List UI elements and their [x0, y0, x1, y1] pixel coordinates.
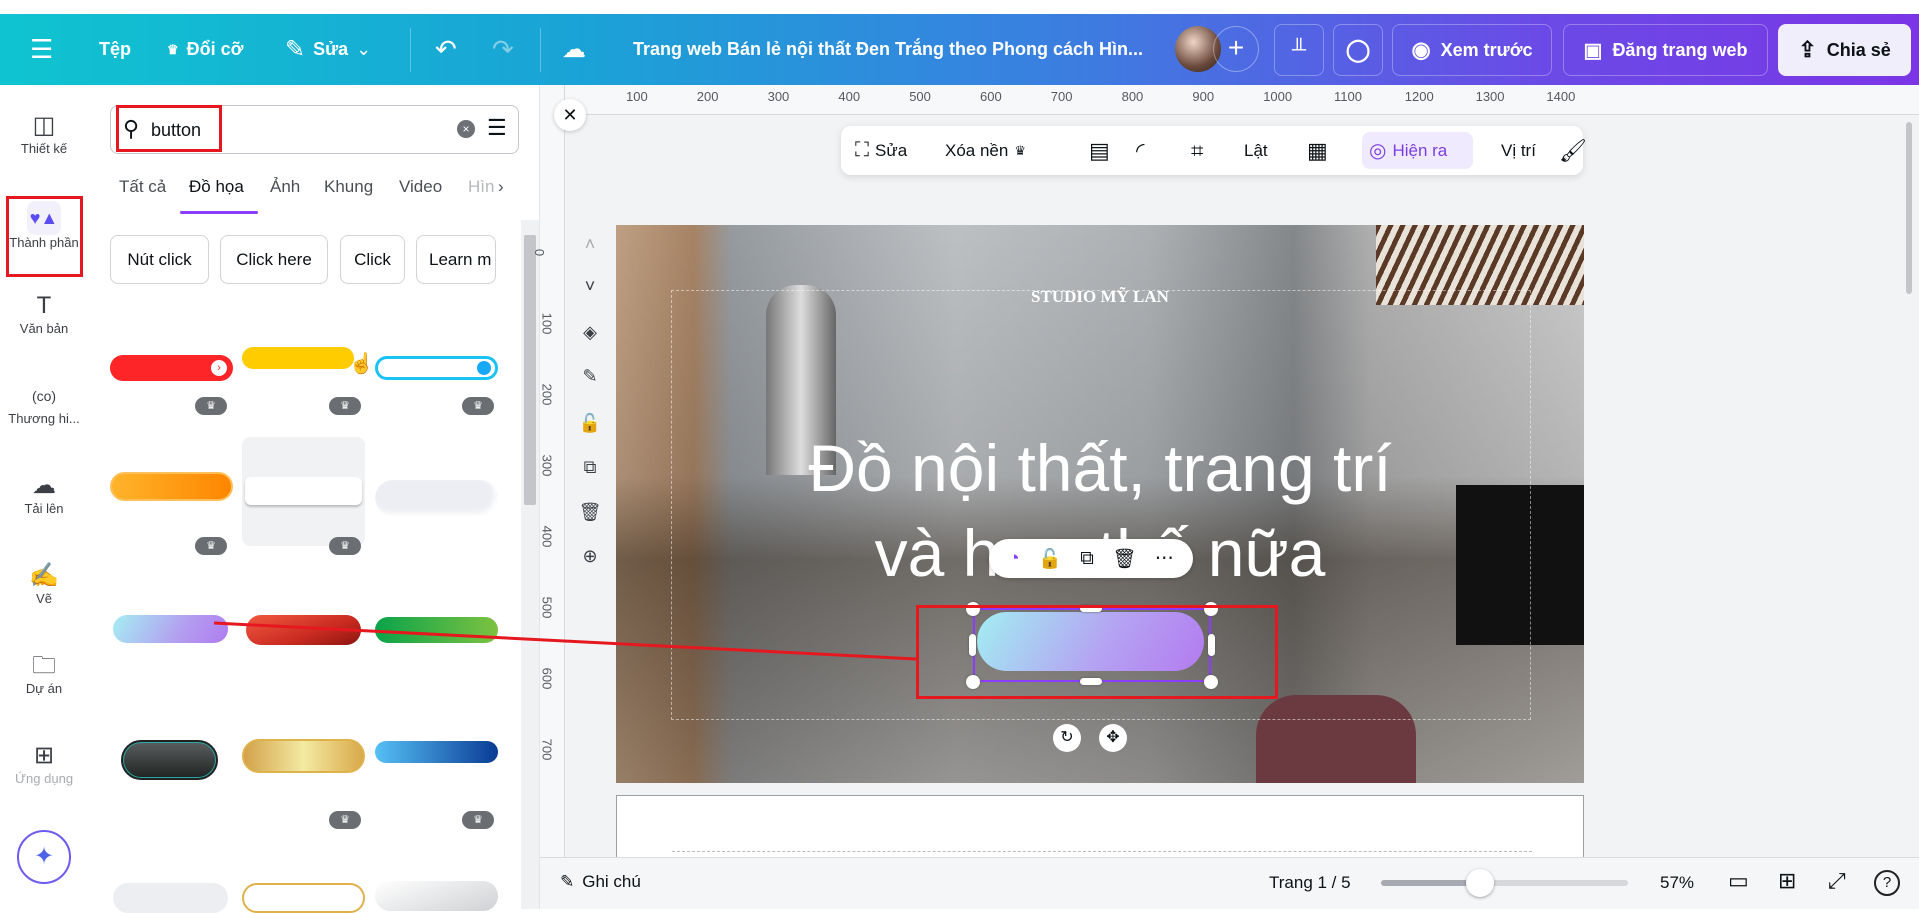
bottom-bar: ✎ Ghi chú Trang 1 / 5 57% ▭ ⊞ ⤢ ?: [540, 857, 1919, 909]
notes-icon: ✎: [560, 872, 575, 891]
fullscreen-icon[interactable]: ⤢: [1828, 868, 1846, 894]
zoom-slider[interactable]: [1381, 880, 1628, 886]
zoom-level[interactable]: 57%: [1660, 873, 1694, 893]
notes-button[interactable]: ✎ Ghi chú: [560, 872, 641, 892]
annotation-arrow: [213, 621, 917, 661]
page-indicator[interactable]: Trang 1 / 5: [1269, 873, 1351, 893]
zoom-slider-thumb[interactable]: [1465, 869, 1494, 897]
grid-view-icon[interactable]: ⊞: [1778, 868, 1796, 894]
help-icon[interactable]: ?: [1874, 870, 1900, 896]
page-view-icon[interactable]: ▭: [1728, 868, 1749, 894]
canvas-scrollbar[interactable]: [1906, 122, 1912, 294]
